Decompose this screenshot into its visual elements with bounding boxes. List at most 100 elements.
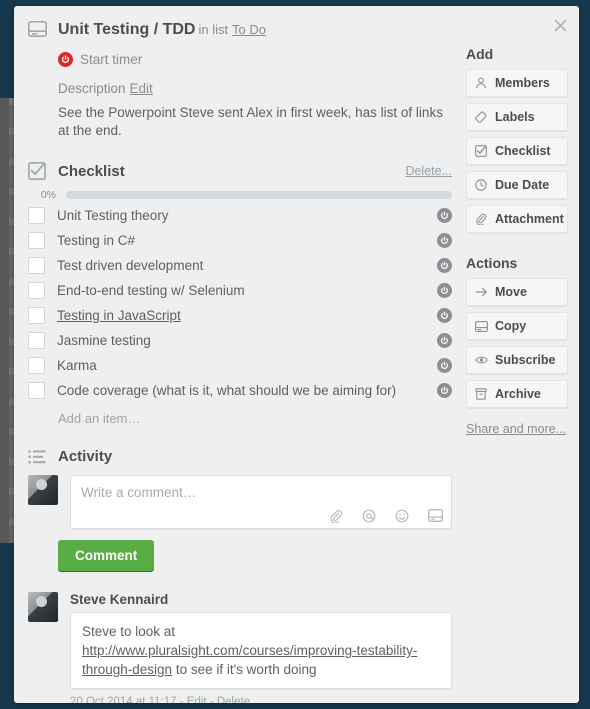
comment-author: Steve Kennaird <box>70 592 169 607</box>
checklist-item-checkbox[interactable] <box>28 306 45 324</box>
checklist-icon <box>475 145 488 157</box>
action-move-button[interactable]: Move <box>466 278 568 306</box>
sidebar-action-buttons: Move Copy Subscribe Archive <box>466 278 568 408</box>
description-header: Description Edit <box>58 81 452 96</box>
start-timer-label: Start timer <box>80 52 143 67</box>
power-icon[interactable] <box>437 282 452 298</box>
action-copy-button[interactable]: Copy <box>466 312 568 340</box>
sidebar-button-label: Attachment <box>495 212 564 226</box>
card-detail-modal: Unit Testing / TDD in list To Do Start ti… <box>14 6 579 703</box>
power-icon[interactable] <box>437 382 452 398</box>
checklist-item-label[interactable]: Testing in C# <box>57 233 437 248</box>
checklist-item-checkbox[interactable] <box>28 356 45 374</box>
checklist-item-label[interactable]: Jasmine testing <box>57 333 437 348</box>
checklist-header: Checklist Delete... <box>14 162 466 180</box>
sidebar-add-buttons: Members Labels Checklist Due Date Attachment <box>466 69 568 233</box>
progress-percent-label: 0% <box>40 189 56 201</box>
checklist-item-label[interactable]: Karma <box>57 358 437 373</box>
sidebar-button-label: Labels <box>495 110 535 124</box>
checklist-item: Test driven development <box>14 254 466 276</box>
sidebar-button-label: Subscribe <box>495 353 556 367</box>
emoji-icon[interactable] <box>395 509 409 523</box>
checklist-item-checkbox[interactable] <box>28 206 45 224</box>
action-archive-button[interactable]: Archive <box>466 380 568 408</box>
power-icon[interactable] <box>437 207 452 223</box>
add-checklist-item[interactable]: Add an item… <box>14 411 466 426</box>
sidebar-button-label: Members <box>495 76 550 90</box>
comment-composer: Write a comment… <box>14 475 466 529</box>
activity-icon <box>28 449 48 465</box>
checklist-item: Unit Testing theory <box>14 204 466 226</box>
add-checklist-button[interactable]: Checklist <box>466 137 568 165</box>
description-label: Description <box>58 81 126 96</box>
list-link[interactable]: To Do <box>232 22 266 37</box>
attachment-icon[interactable] <box>329 509 343 523</box>
checklist-item-checkbox[interactable] <box>28 281 45 299</box>
mention-icon[interactable] <box>362 509 376 523</box>
power-icon <box>58 52 73 67</box>
activity-title: Activity <box>58 448 113 465</box>
checklist-item-label[interactable]: Testing in JavaScript <box>57 308 437 323</box>
power-icon[interactable] <box>437 332 452 348</box>
comment-timestamp: 20 Oct 2014 at 11:17 <box>70 696 177 703</box>
checklist-item: End-to-end testing w/ Selenium <box>14 279 466 301</box>
card-header: Unit Testing / TDD in list To Do <box>14 6 466 40</box>
add-attachment-button[interactable]: Attachment <box>466 205 568 233</box>
card-main-column: Unit Testing / TDD in list To Do Start ti… <box>14 6 466 703</box>
description-edit-link[interactable]: Edit <box>130 81 153 96</box>
meta-separator: - <box>176 696 187 703</box>
comment-input[interactable]: Write a comment… <box>70 475 452 529</box>
sidebar-button-label: Copy <box>495 319 527 333</box>
comment-delete-link[interactable]: Delete <box>217 696 250 703</box>
add-members-button[interactable]: Members <box>466 69 568 97</box>
start-timer-button[interactable]: Start timer <box>58 52 452 67</box>
comment-submit-button[interactable]: Comment <box>58 540 155 571</box>
checklist-item-checkbox[interactable] <box>28 331 45 349</box>
sidebar-button-label: Due Date <box>495 178 550 192</box>
description-text: See the Powerpoint Steve sent Alex in fi… <box>58 105 443 138</box>
card-icon[interactable] <box>428 509 443 523</box>
add-labels-button[interactable]: Labels <box>466 103 568 131</box>
checklist-item: Code coverage (what is it, what should w… <box>14 379 466 401</box>
power-icon[interactable] <box>437 307 452 323</box>
checklist-items: Unit Testing theory Testing in C# Test dri… <box>14 204 466 401</box>
activity-comment-entry: Steve Kennaird Steve to look at http://w… <box>14 592 466 703</box>
card-sidebar: Add Members Labels Checklist Due Date Attach… <box>466 6 579 436</box>
eye-icon <box>475 355 488 365</box>
add-due-date-button[interactable]: Due Date <box>466 171 568 199</box>
page-title: Unit Testing / TDD <box>58 21 196 38</box>
checklist-item-label[interactable]: Test driven development <box>57 258 437 273</box>
card-icon <box>475 320 488 332</box>
clock-icon <box>475 179 488 191</box>
meta-separator: - <box>206 696 217 703</box>
checklist-item-checkbox[interactable] <box>28 381 45 399</box>
checklist-item-label[interactable]: Code coverage (what is it, what should w… <box>57 383 437 398</box>
comment-body: Steve to look at http://www.pluralsight.… <box>70 612 452 689</box>
power-icon[interactable] <box>437 357 452 373</box>
sidebar-add-heading: Add <box>466 46 494 62</box>
comment-placeholder: Write a comment… <box>81 485 197 500</box>
comment-toolbar <box>329 509 443 523</box>
checklist-delete-link[interactable]: Delete... <box>405 164 452 178</box>
checklist-item-label[interactable]: End-to-end testing w/ Selenium <box>57 283 437 298</box>
sidebar-button-label: Checklist <box>495 144 551 158</box>
checklist-icon <box>28 162 48 180</box>
checklist-item-checkbox[interactable] <box>28 256 45 274</box>
action-subscribe-button[interactable]: Subscribe <box>466 346 568 374</box>
in-list-label: in list <box>198 22 229 37</box>
arrow-right-icon <box>475 286 488 298</box>
archive-icon <box>475 388 488 400</box>
power-icon[interactable] <box>437 232 452 248</box>
checklist-item-checkbox[interactable] <box>28 231 45 249</box>
checklist-item: Testing in C# <box>14 229 466 251</box>
label-icon <box>475 111 488 123</box>
comment-text-after: to see if it's worth doing <box>172 662 317 677</box>
checklist-item: Karma <box>14 354 466 376</box>
share-and-more-link[interactable]: Share and more... <box>466 422 568 436</box>
checklist-item-label[interactable]: Unit Testing theory <box>57 208 437 223</box>
checklist-title: Checklist <box>58 162 125 180</box>
checklist-item: Jasmine testing <box>14 329 466 351</box>
comment-edit-link[interactable]: Edit <box>187 696 207 703</box>
power-icon[interactable] <box>437 257 452 273</box>
avatar <box>28 475 58 505</box>
